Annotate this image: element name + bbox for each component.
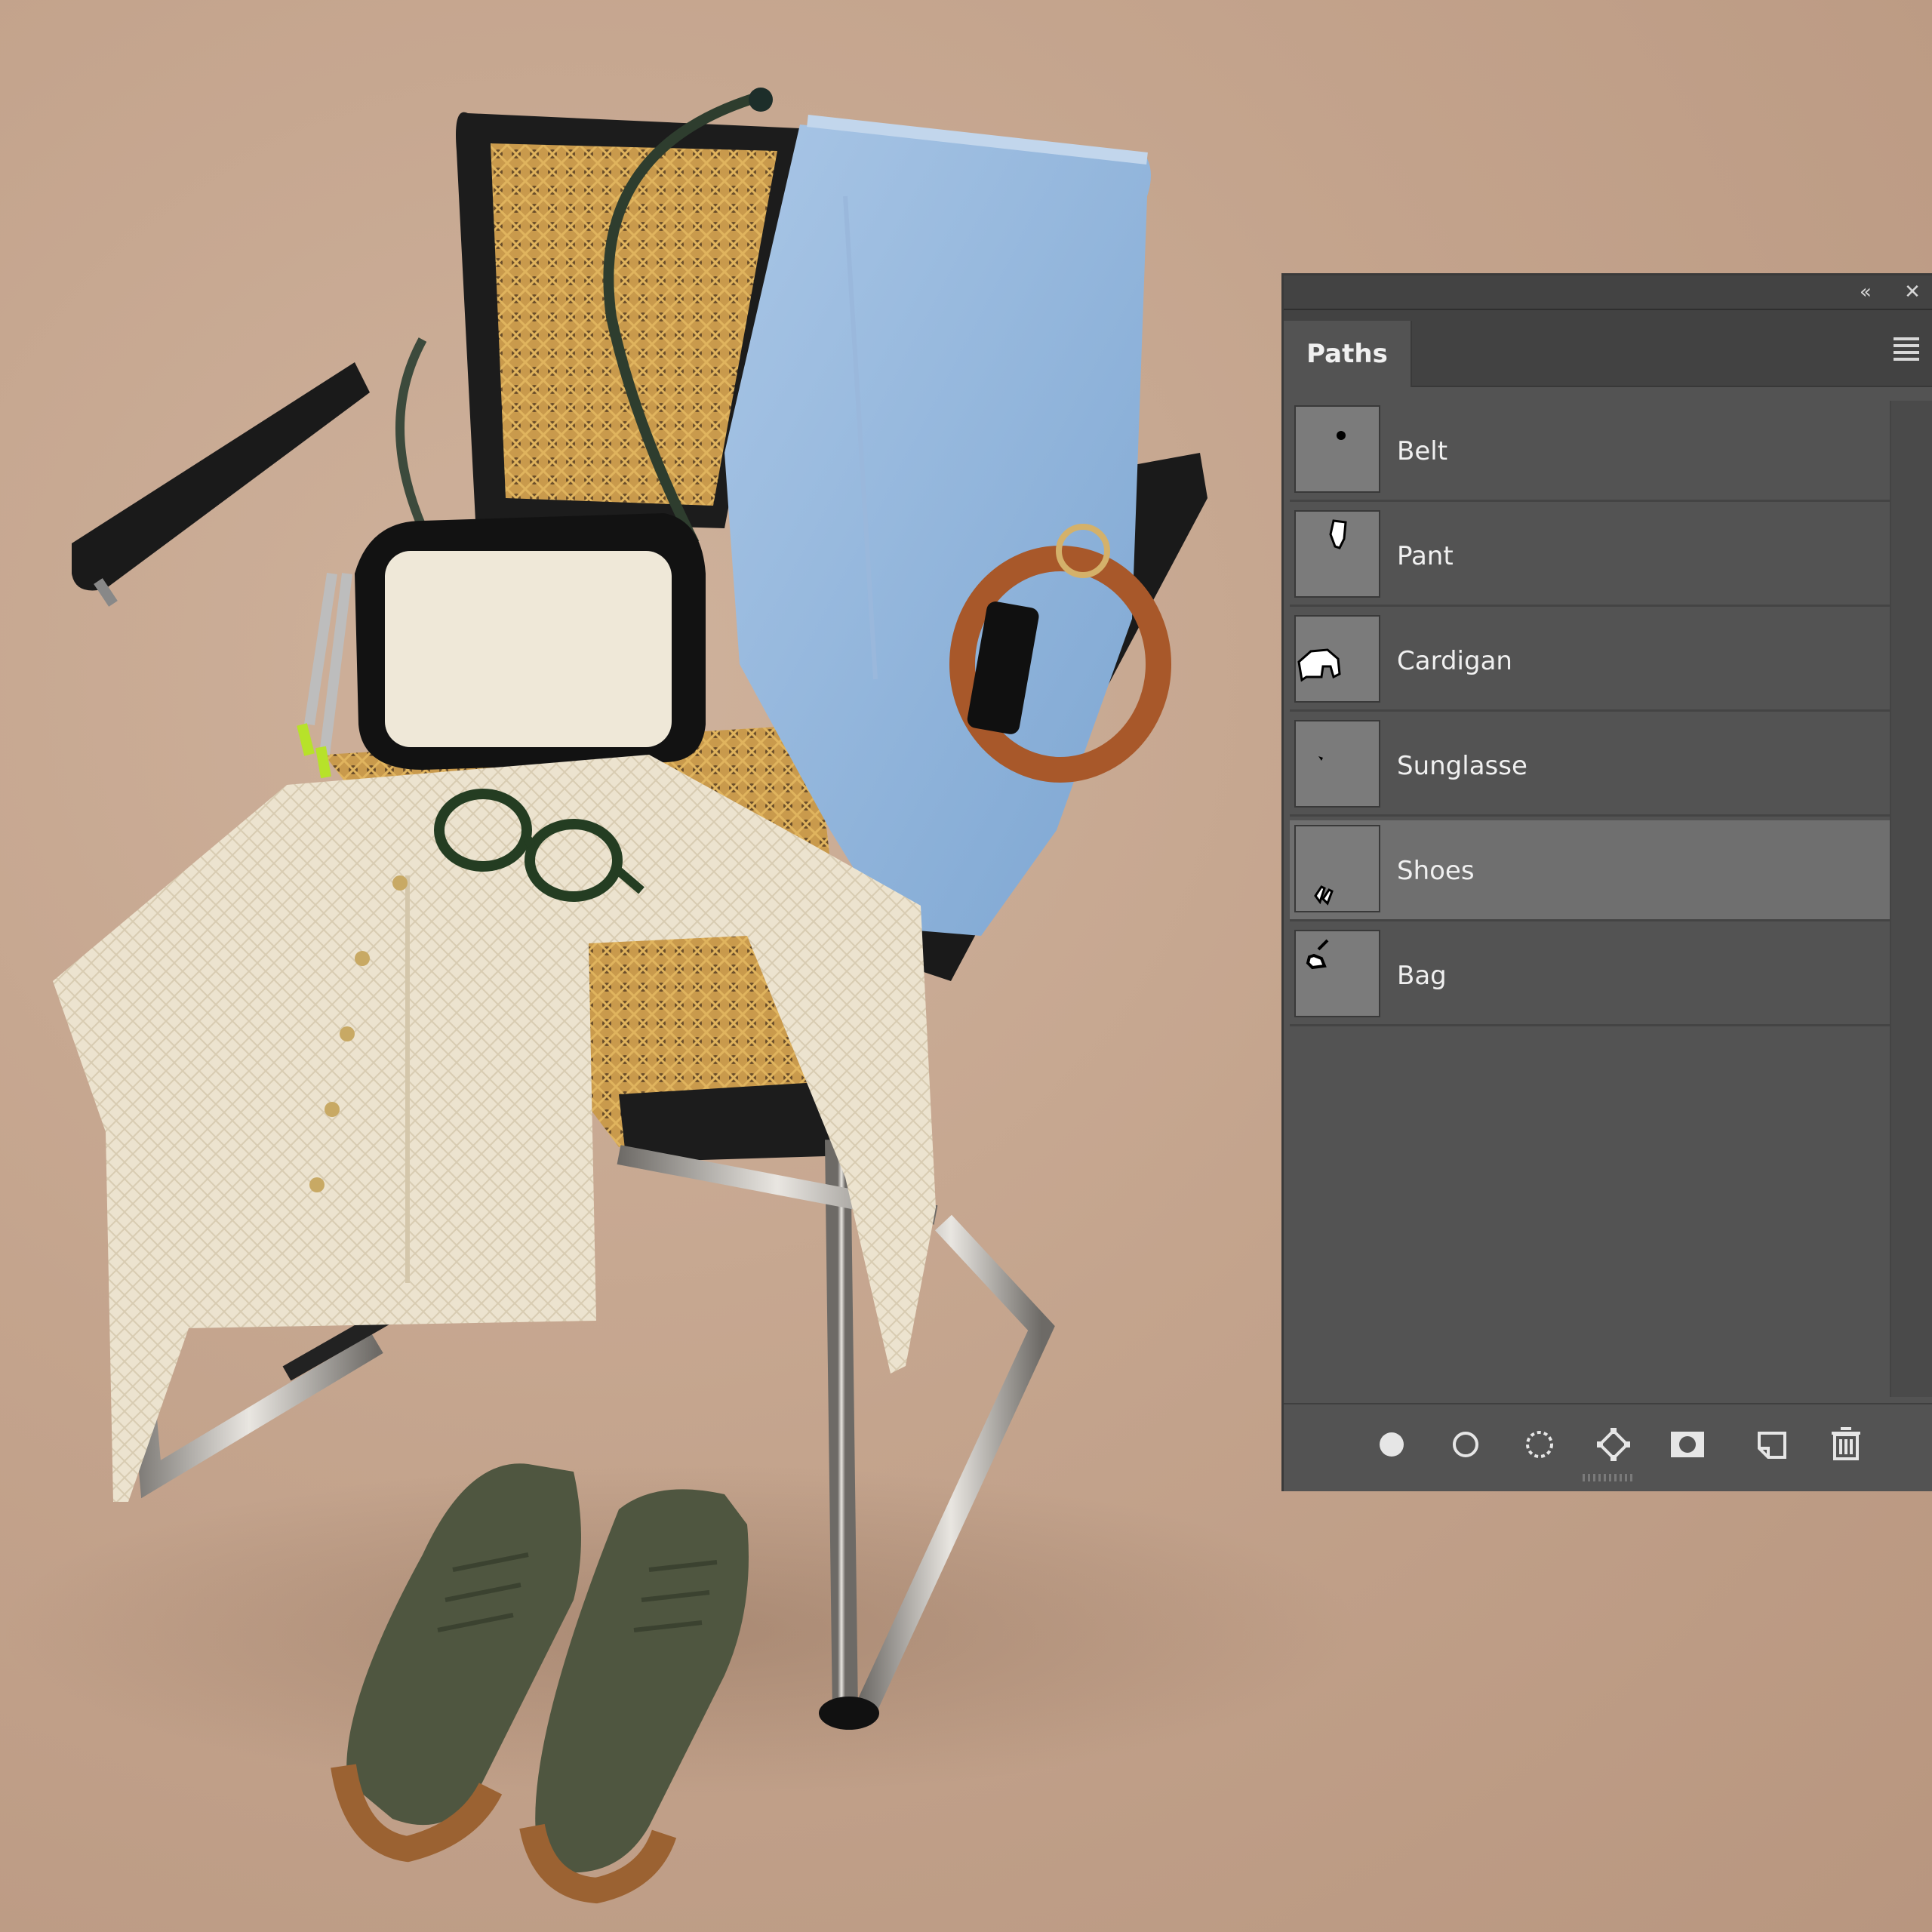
path-row-belt[interactable]: Belt (1290, 401, 1891, 502)
paths-scrollbar[interactable] (1890, 401, 1932, 1397)
sunglasse-path-thumbnail (1294, 720, 1380, 808)
pant-path-thumbnail (1294, 510, 1380, 598)
path-row-shoes[interactable]: Shoes (1290, 820, 1891, 921)
close-panel-icon[interactable]: ✕ (1900, 280, 1924, 304)
path-label: Cardigan (1397, 646, 1512, 676)
panel-menu-icon[interactable] (1891, 337, 1921, 361)
photo-canvas: « ✕ Paths Belt Pant Cardigan Sunglasse S… (0, 0, 1932, 1932)
belt-path-thumbnail (1294, 405, 1380, 493)
fill-path-icon[interactable] (1371, 1424, 1412, 1465)
panel-tab-row: Paths (1284, 310, 1932, 387)
add-mask-icon[interactable] (1667, 1424, 1708, 1465)
tab-paths[interactable]: Paths (1284, 321, 1412, 387)
panel-titlebar: « ✕ (1284, 275, 1932, 310)
paths-panel: « ✕ Paths Belt Pant Cardigan Sunglasse S… (1281, 273, 1932, 1491)
path-row-bag[interactable]: Bag (1290, 925, 1891, 1026)
collapse-panel-icon[interactable]: « (1854, 280, 1878, 304)
path-label: Belt (1397, 436, 1448, 466)
panel-resize-grip[interactable] (1583, 1474, 1635, 1481)
cardigan-path-thumbnail (1294, 615, 1380, 703)
path-label: Bag (1397, 961, 1447, 991)
create-new-path-icon[interactable] (1752, 1424, 1792, 1465)
path-label: Pant (1397, 541, 1454, 571)
path-row-sunglasse[interactable]: Sunglasse (1290, 715, 1891, 817)
load-path-as-selection-icon[interactable] (1519, 1424, 1560, 1465)
bag-path-thumbnail (1294, 930, 1380, 1017)
panel-footer (1284, 1403, 1932, 1484)
delete-path-icon[interactable] (1826, 1424, 1866, 1465)
stroke-path-icon[interactable] (1445, 1424, 1486, 1465)
paths-list: Belt Pant Cardigan Sunglasse Shoes Bag (1284, 401, 1891, 1397)
make-work-path-icon[interactable] (1593, 1424, 1634, 1465)
path-label: Shoes (1397, 856, 1475, 886)
path-label: Sunglasse (1397, 751, 1527, 781)
path-row-pant[interactable]: Pant (1290, 506, 1891, 607)
path-row-cardigan[interactable]: Cardigan (1290, 611, 1891, 712)
shoes-path-thumbnail (1294, 825, 1380, 912)
